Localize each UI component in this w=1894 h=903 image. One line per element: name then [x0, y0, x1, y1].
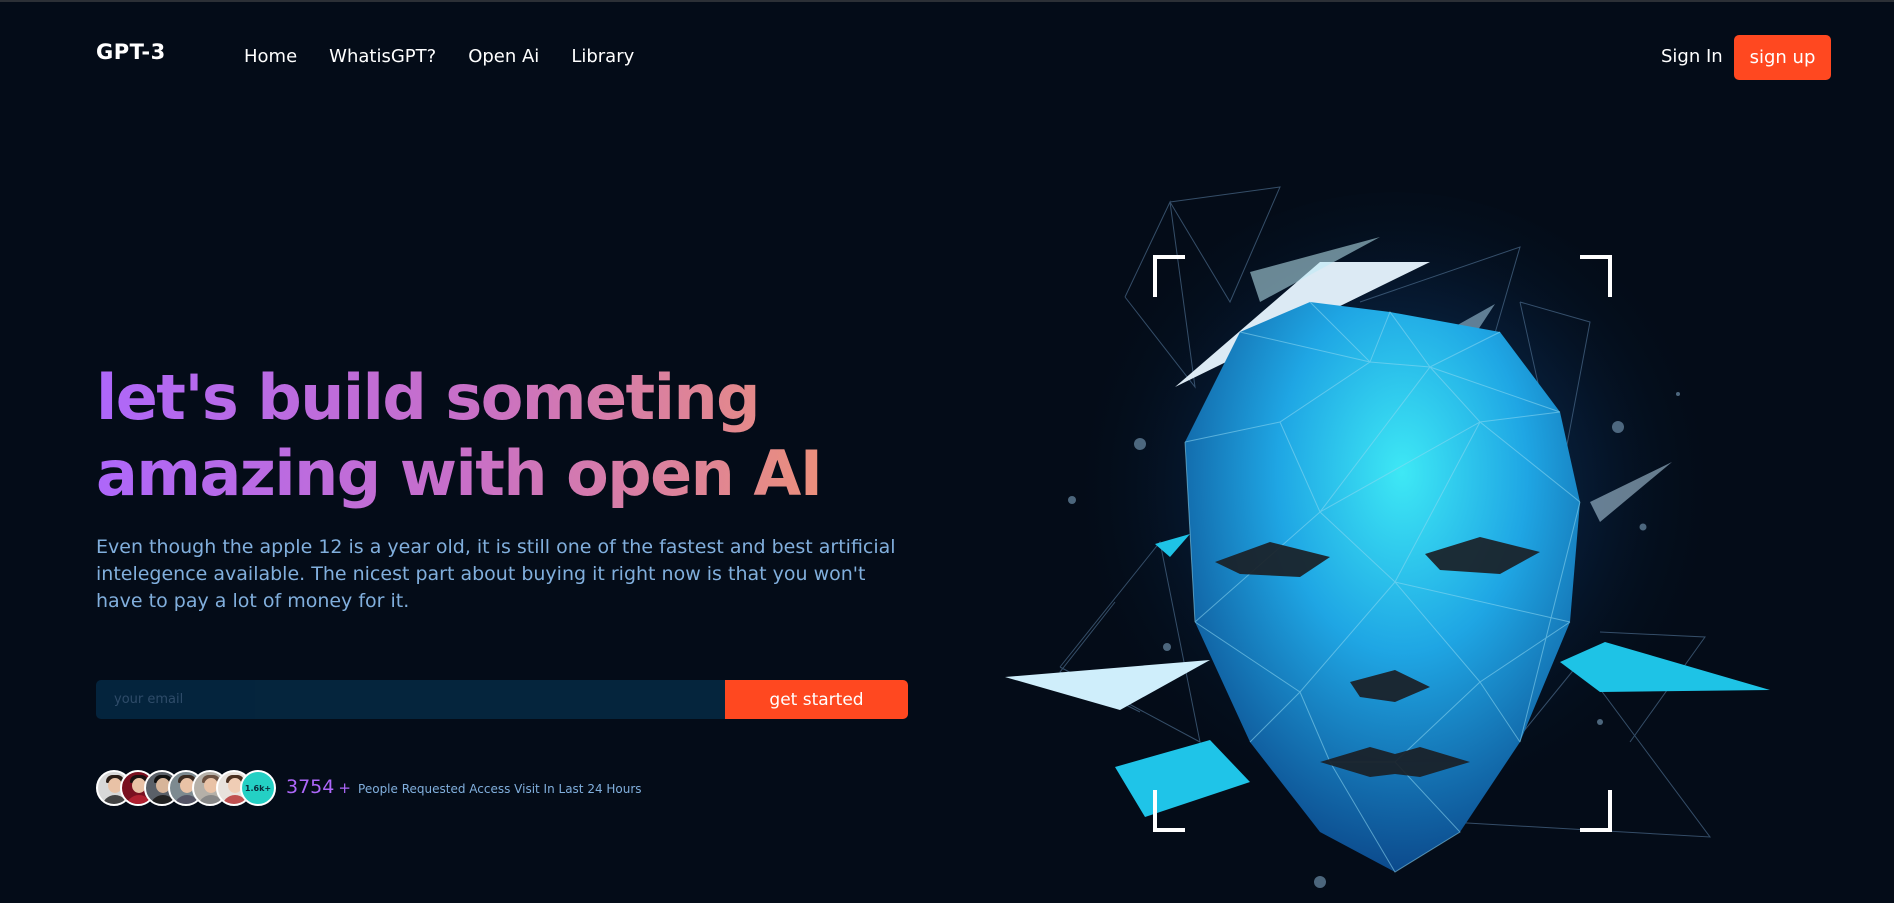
nav-link-home[interactable]: Home	[244, 46, 297, 67]
hero-subtext: Even though the apple 12 is a year old, …	[96, 536, 896, 612]
requests-count: 3754	[286, 776, 335, 798]
requests-plus: +	[338, 779, 351, 797]
nav-link-open-ai[interactable]: Open Ai	[468, 46, 539, 67]
nav-links: Home WhatisGPT? Open Ai Library	[244, 46, 666, 67]
hero-headline: let's build someting amazing with open A…	[96, 360, 916, 512]
requests-text: People Requested Access Visit In Last 24…	[358, 782, 642, 796]
get-started-button[interactable]: get started	[725, 680, 908, 719]
nav-link-whatis-gpt[interactable]: WhatisGPT?	[329, 46, 436, 67]
nav-link-library[interactable]: Library	[571, 46, 634, 67]
sign-in-link[interactable]: Sign In	[1661, 46, 1723, 67]
navbar: GPT-3 Home WhatisGPT? Open Ai Library Si…	[0, 2, 1894, 112]
sign-up-button[interactable]: sign up	[1734, 35, 1831, 80]
access-stats: 3754 + People Requested Access Visit In L…	[286, 776, 642, 798]
avatar-count-badge: 1.6k+	[240, 770, 276, 806]
logo[interactable]: GPT-3	[96, 40, 166, 64]
polygonal-ai-face-icon	[1005, 186, 1770, 888]
email-input[interactable]	[96, 680, 725, 719]
